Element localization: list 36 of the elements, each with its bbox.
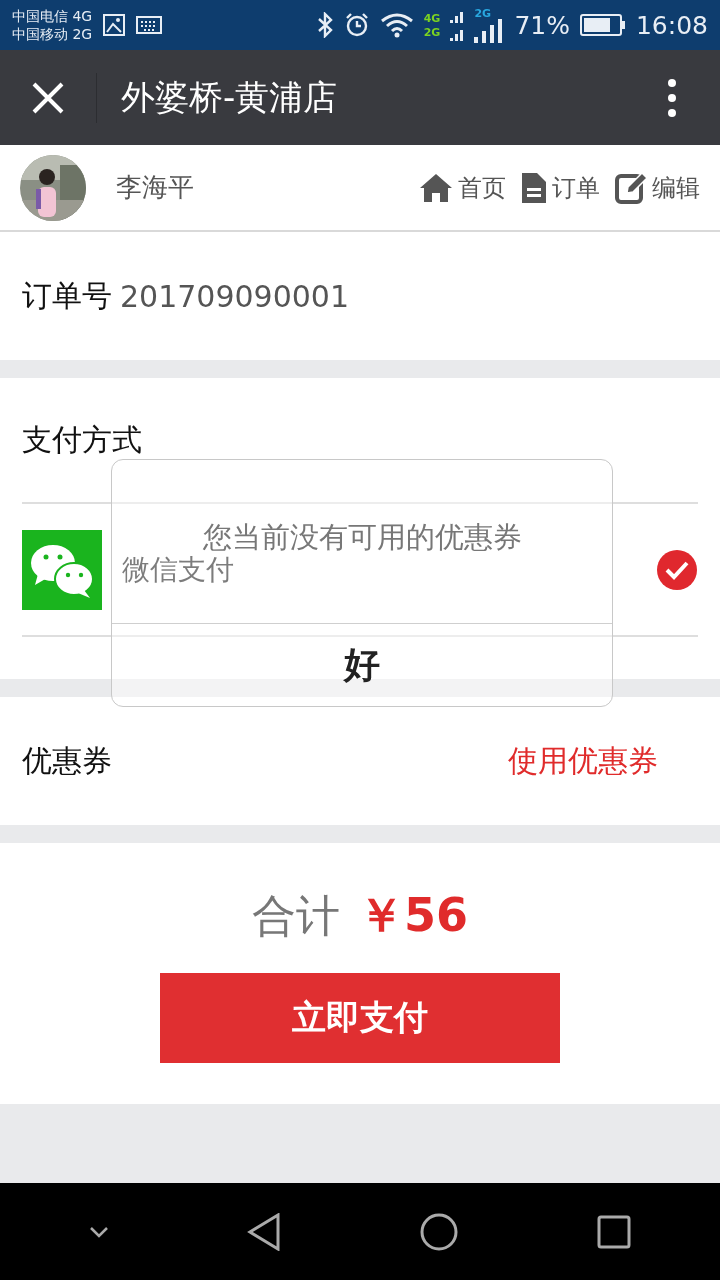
- network-label: 2G: [423, 26, 441, 38]
- nav-link[interactable]: 订单: [520, 170, 600, 205]
- carrier-label: 中国电信 4G: [12, 7, 93, 25]
- chat-bubbles-icon: [22, 529, 102, 610]
- chevron-down-icon[interactable]: [89, 1225, 109, 1238]
- wifi-icon: [379, 12, 414, 38]
- more-icon[interactable]: [667, 77, 677, 118]
- signal-icon: [474, 18, 505, 43]
- use-coupon-link[interactable]: 使用优惠券: [508, 740, 658, 782]
- total-label: 合计: [252, 889, 340, 943]
- pay-now-button[interactable]: 立即支付: [160, 973, 560, 1063]
- back-icon[interactable]: [247, 1212, 281, 1251]
- network-label: 4G: [423, 12, 441, 24]
- document-icon: [520, 170, 548, 205]
- network-label: 2G: [474, 7, 492, 19]
- nav-link[interactable]: 编辑: [614, 170, 700, 205]
- page-title: 外婆桥-黄浦店: [120, 75, 339, 119]
- total-amount: ￥56: [358, 887, 468, 944]
- battery-icon: [579, 13, 626, 37]
- order-label: 订单号: [22, 276, 112, 315]
- image-icon: [102, 13, 127, 37]
- ok-button[interactable]: 好: [112, 624, 612, 706]
- clock: 16:08: [635, 10, 708, 40]
- recents-icon[interactable]: [597, 1214, 631, 1249]
- nav-link[interactable]: 首页: [418, 171, 506, 204]
- order-number: 201709090001: [120, 278, 350, 314]
- coupon-label: 优惠券: [22, 741, 112, 780]
- home-circle-icon[interactable]: [419, 1211, 459, 1252]
- user-name: 李海平: [116, 171, 195, 204]
- close-icon[interactable]: [31, 80, 65, 115]
- section-title: 支付方式: [22, 420, 142, 459]
- battery-percent: 71%: [514, 10, 570, 40]
- home-icon: [418, 171, 454, 204]
- check-icon[interactable]: [656, 548, 698, 591]
- carrier-label: 中国移动 2G: [12, 25, 93, 43]
- keyboard-icon: [136, 16, 163, 34]
